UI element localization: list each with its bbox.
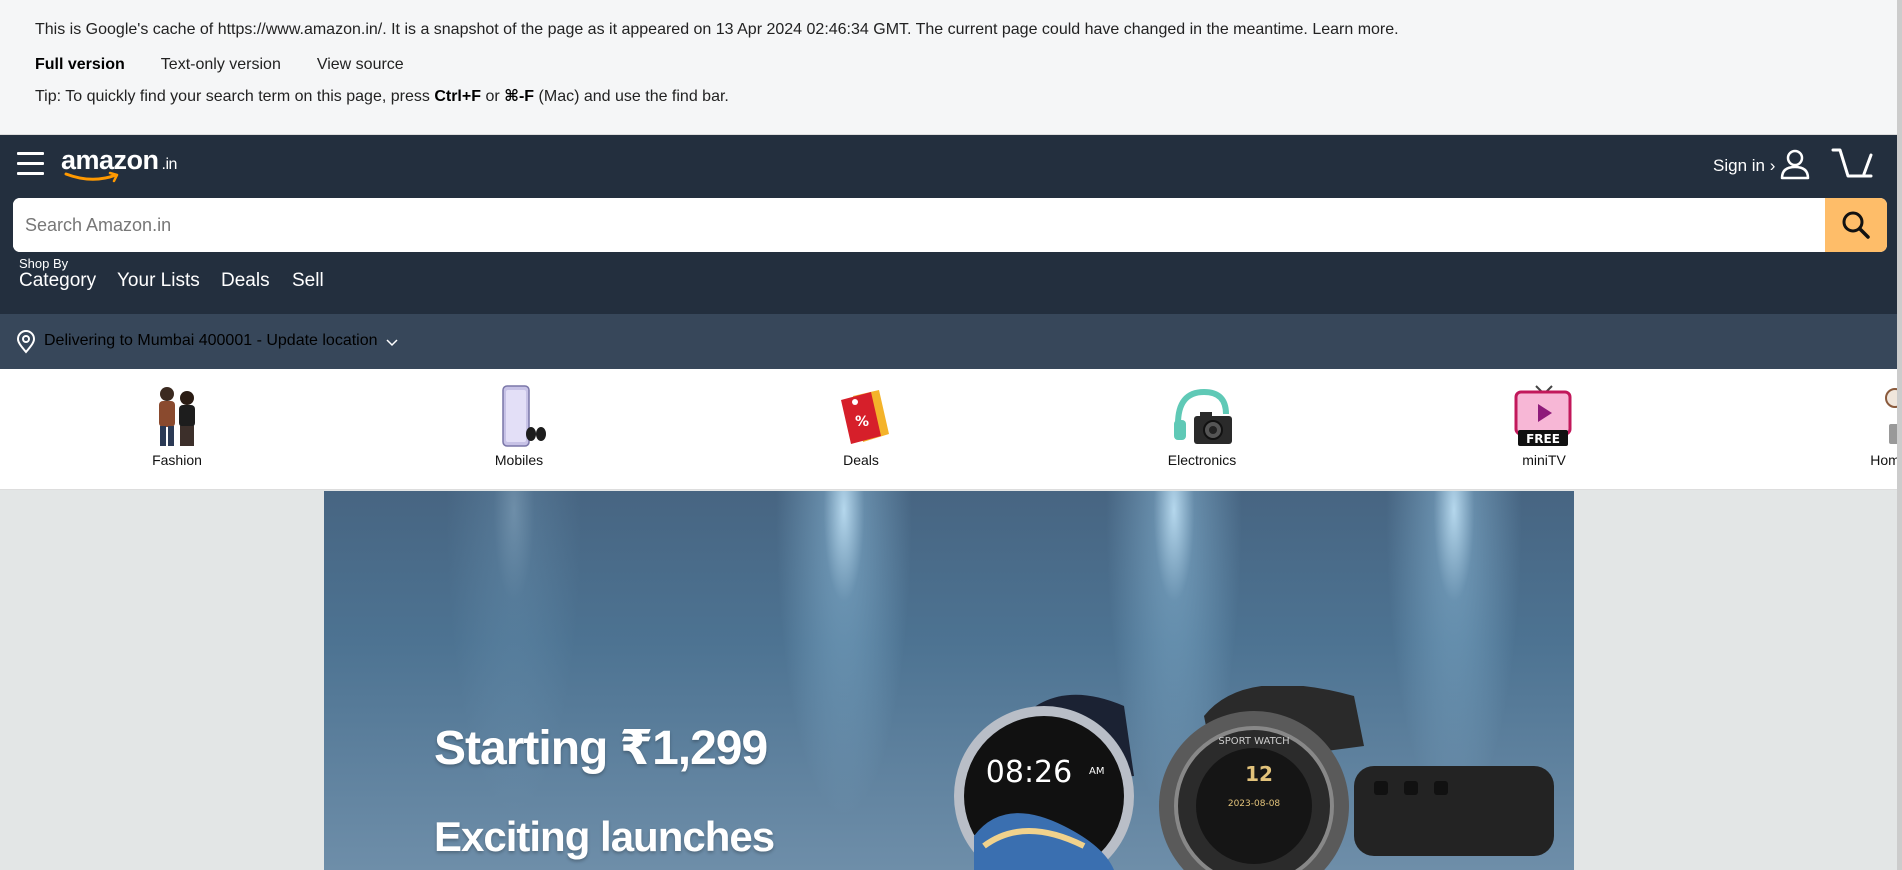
logo-tld: .in	[161, 156, 178, 173]
smartwatch-image: 08:26 AM SPORT WATCH 12 2023-08-08	[954, 686, 1554, 870]
full-version-link[interactable]: Full version	[35, 56, 125, 74]
nav-deals[interactable]: Deals	[221, 270, 270, 292]
category-minitv[interactable]: FREE miniTV	[1489, 384, 1599, 468]
tip-key-ctrl-f: Ctrl+F	[434, 88, 481, 105]
tip-prefix: Tip: To quickly find your search term on…	[35, 88, 430, 105]
delivery-location-text[interactable]: Delivering to Mumbai 400001 - Update loc…	[44, 332, 378, 350]
category-label: Hom	[1870, 452, 1900, 468]
camera-headphones-icon	[1170, 384, 1234, 448]
cache-tip: Tip: To quickly find your search term on…	[35, 86, 729, 106]
tip-key-cmd-f: ⌘-F	[504, 88, 535, 105]
tip-suffix: (Mac) and use the find bar.	[538, 88, 729, 105]
category-label: miniTV	[1522, 452, 1566, 468]
shopping-cart-icon[interactable]	[1831, 146, 1877, 182]
category-label: Deals	[843, 452, 879, 468]
shop-by-label: Shop By	[19, 256, 69, 271]
category-label: Electronics	[1167, 452, 1237, 468]
tv-free-icon: FREE	[1512, 384, 1576, 448]
user-account-icon[interactable]	[1779, 148, 1811, 180]
amazon-smile-icon	[64, 171, 119, 183]
watch2-number: 12	[1245, 762, 1273, 786]
view-source-link[interactable]: View source	[317, 56, 404, 74]
cache-notice-text: This is Google's cache of https://www.am…	[35, 21, 1308, 38]
sub-navigation	[0, 252, 1897, 314]
search-bar	[13, 198, 1887, 252]
category-mobiles[interactable]: Mobiles	[464, 384, 574, 468]
category-home[interactable]: Hom	[1830, 384, 1902, 468]
minitv-free-badge: FREE	[1526, 432, 1560, 446]
category-label: Fashion	[152, 452, 202, 468]
location-pin-icon	[16, 330, 36, 354]
watch2-brand: SPORT WATCH	[1218, 736, 1289, 747]
mobile-phone-icon	[487, 384, 551, 448]
category-fashion[interactable]: Fashion	[122, 384, 232, 468]
sign-in-link[interactable]: Sign in ›	[1713, 156, 1775, 176]
cache-notice: This is Google's cache of https://www.am…	[35, 21, 1399, 39]
nav-category[interactable]: Category	[19, 270, 96, 292]
tip-or: or	[485, 88, 500, 105]
category-electronics[interactable]: Electronics	[1147, 384, 1257, 468]
watch-time: 08:26	[986, 755, 1072, 790]
home-appliances-icon	[1853, 384, 1902, 448]
search-button[interactable]	[1825, 198, 1887, 252]
learn-more-link[interactable]: Learn more.	[1312, 21, 1398, 38]
watch-ampm: AM	[1089, 766, 1104, 777]
fashion-icon	[145, 384, 209, 448]
hamburger-menu-icon[interactable]	[17, 152, 44, 176]
hero-banner[interactable]: Starting ₹1,299 Exciting launches 08:26 …	[324, 491, 1574, 870]
category-deals[interactable]: % Deals	[806, 384, 916, 468]
google-cache-banner: This is Google's cache of https://www.am…	[0, 0, 1897, 135]
category-label: Mobiles	[494, 452, 544, 468]
cache-version-links: Full version Text-only version View sour…	[35, 56, 404, 74]
category-strip	[0, 369, 1897, 490]
search-input[interactable]	[13, 198, 1825, 252]
hero-title: Starting ₹1,299	[434, 722, 768, 775]
text-only-version-link[interactable]: Text-only version	[161, 56, 281, 74]
watch2-date: 2023-08-08	[1228, 799, 1281, 809]
deals-badge-text: %	[855, 414, 869, 430]
nav-sell[interactable]: Sell	[292, 270, 324, 292]
page-scrollbar[interactable]	[1897, 0, 1902, 870]
search-icon	[1842, 211, 1870, 239]
chevron-down-icon	[386, 339, 398, 347]
discount-tag-icon: %	[829, 384, 893, 448]
hero-subtitle: Exciting launches	[434, 813, 775, 860]
nav-your-lists[interactable]: Your Lists	[117, 270, 200, 292]
